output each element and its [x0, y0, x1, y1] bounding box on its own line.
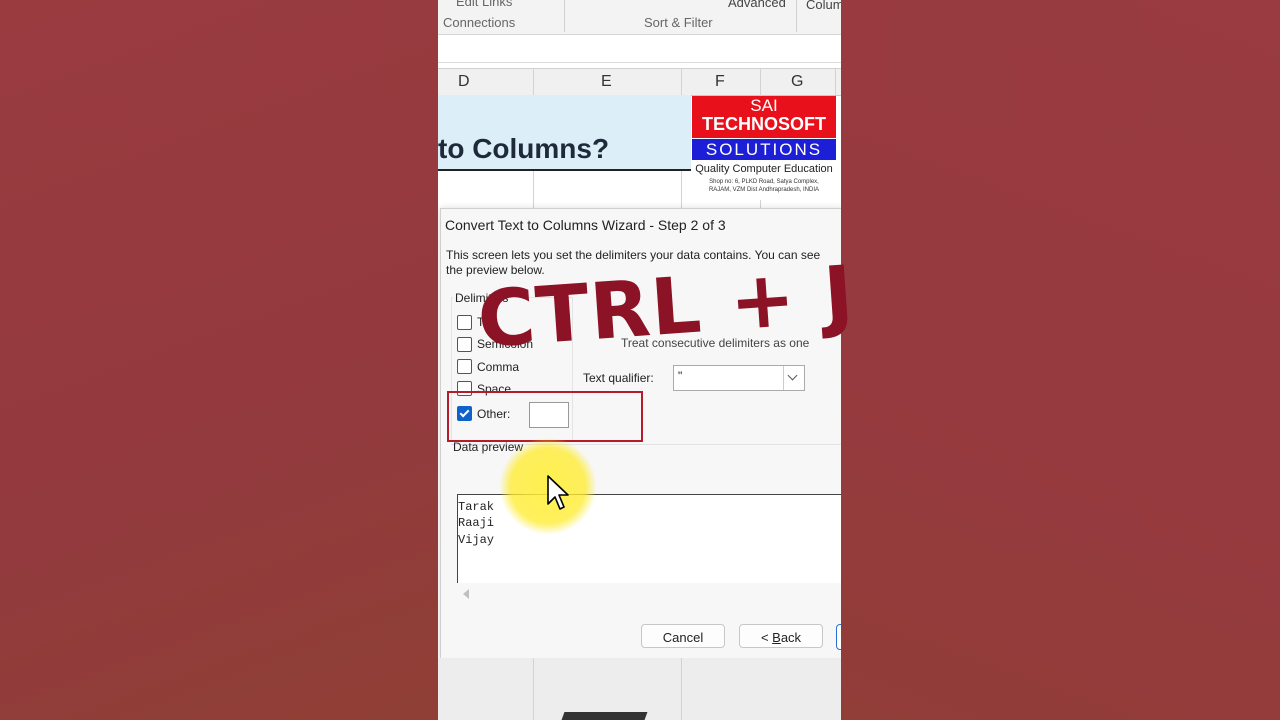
columns-label: Colum	[806, 0, 841, 12]
back-button[interactable]: < Back	[739, 624, 823, 648]
column-header-e[interactable]: E	[601, 73, 612, 91]
ribbon-separator	[796, 0, 797, 32]
dark-artifact	[561, 712, 648, 720]
semicolon-checkbox[interactable]	[457, 337, 472, 352]
column-header-g[interactable]: G	[791, 73, 803, 91]
column-divider[interactable]	[760, 69, 761, 95]
grid-line	[533, 658, 534, 720]
back-prefix: <	[760, 630, 773, 645]
logo-line3: SOLUTIONS	[692, 139, 836, 160]
other-highlight-box	[447, 391, 643, 442]
comma-checkbox[interactable]	[457, 359, 472, 374]
advanced-label: Advanced	[728, 0, 786, 10]
preview-row: Raaji	[458, 516, 495, 530]
edit-links-label: Edit Links	[456, 0, 513, 9]
advanced-button[interactable]: Advanced	[728, 0, 786, 10]
sheet-below-dialog	[438, 658, 841, 720]
heading-underline	[438, 169, 691, 171]
sheet-heading: to Columns?	[438, 133, 610, 164]
text-qualifier-select[interactable]: "	[673, 365, 805, 391]
sort-filter-group-label: Sort & Filter	[644, 15, 713, 30]
company-logo: SAI TECHNOSOFT SOLUTIONS Quality Compute…	[691, 96, 837, 200]
text-to-columns-button[interactable]: Colum	[806, 0, 841, 12]
text-qualifier-value: "	[678, 369, 683, 383]
grid-line	[681, 658, 682, 720]
next-button[interactable]	[836, 624, 841, 650]
logo-line2: TECHNOSOFT	[702, 114, 826, 134]
background-right	[841, 0, 1280, 720]
column-divider[interactable]	[533, 69, 534, 95]
preview-row: Vijay	[458, 533, 495, 547]
tab-checkbox[interactable]	[457, 315, 472, 330]
ribbon-separator	[564, 0, 565, 32]
text-qualifier-label: Text qualifier:	[583, 371, 654, 385]
back-rest: ack	[780, 630, 802, 645]
cancel-button[interactable]: Cancel	[641, 624, 725, 648]
logo-address: Shop no: 6, PLKD Road, Satya Complex, RA…	[691, 178, 837, 194]
logo-address-line1: Shop no: 6, PLKD Road, Satya Complex,	[709, 179, 819, 185]
background-left	[0, 0, 438, 720]
mouse-pointer-icon	[547, 475, 569, 510]
logo-red-block: SAI TECHNOSOFT	[692, 96, 836, 138]
logo-line1: SAI	[750, 96, 778, 115]
chevron-down-icon[interactable]	[783, 366, 804, 390]
preview-row: Tarak	[458, 500, 495, 514]
formula-bar[interactable]	[438, 36, 841, 63]
logo-tagline: Quality Computer Education	[695, 163, 833, 175]
dialog-title: Convert Text to Columns Wizard - Step 2 …	[445, 217, 726, 233]
cancel-button-label: Cancel	[662, 630, 704, 645]
scroll-left-icon[interactable]	[463, 589, 469, 599]
back-mnemonic: B	[772, 630, 781, 645]
column-header-f[interactable]: F	[715, 73, 725, 91]
edit-links-button[interactable]: Edit Links	[456, 0, 512, 9]
connections-group-label: Connections	[443, 15, 516, 30]
column-divider[interactable]	[681, 69, 682, 95]
column-header-d[interactable]: D	[458, 73, 470, 91]
column-header-row: D E F G	[438, 68, 841, 96]
ribbon: Edit Links Advanced Colum Connections So…	[438, 0, 841, 35]
column-divider[interactable]	[835, 69, 836, 95]
logo-address-line2: RAJAM, VZM Dist Andhrapradesh, INDIA	[708, 187, 820, 193]
